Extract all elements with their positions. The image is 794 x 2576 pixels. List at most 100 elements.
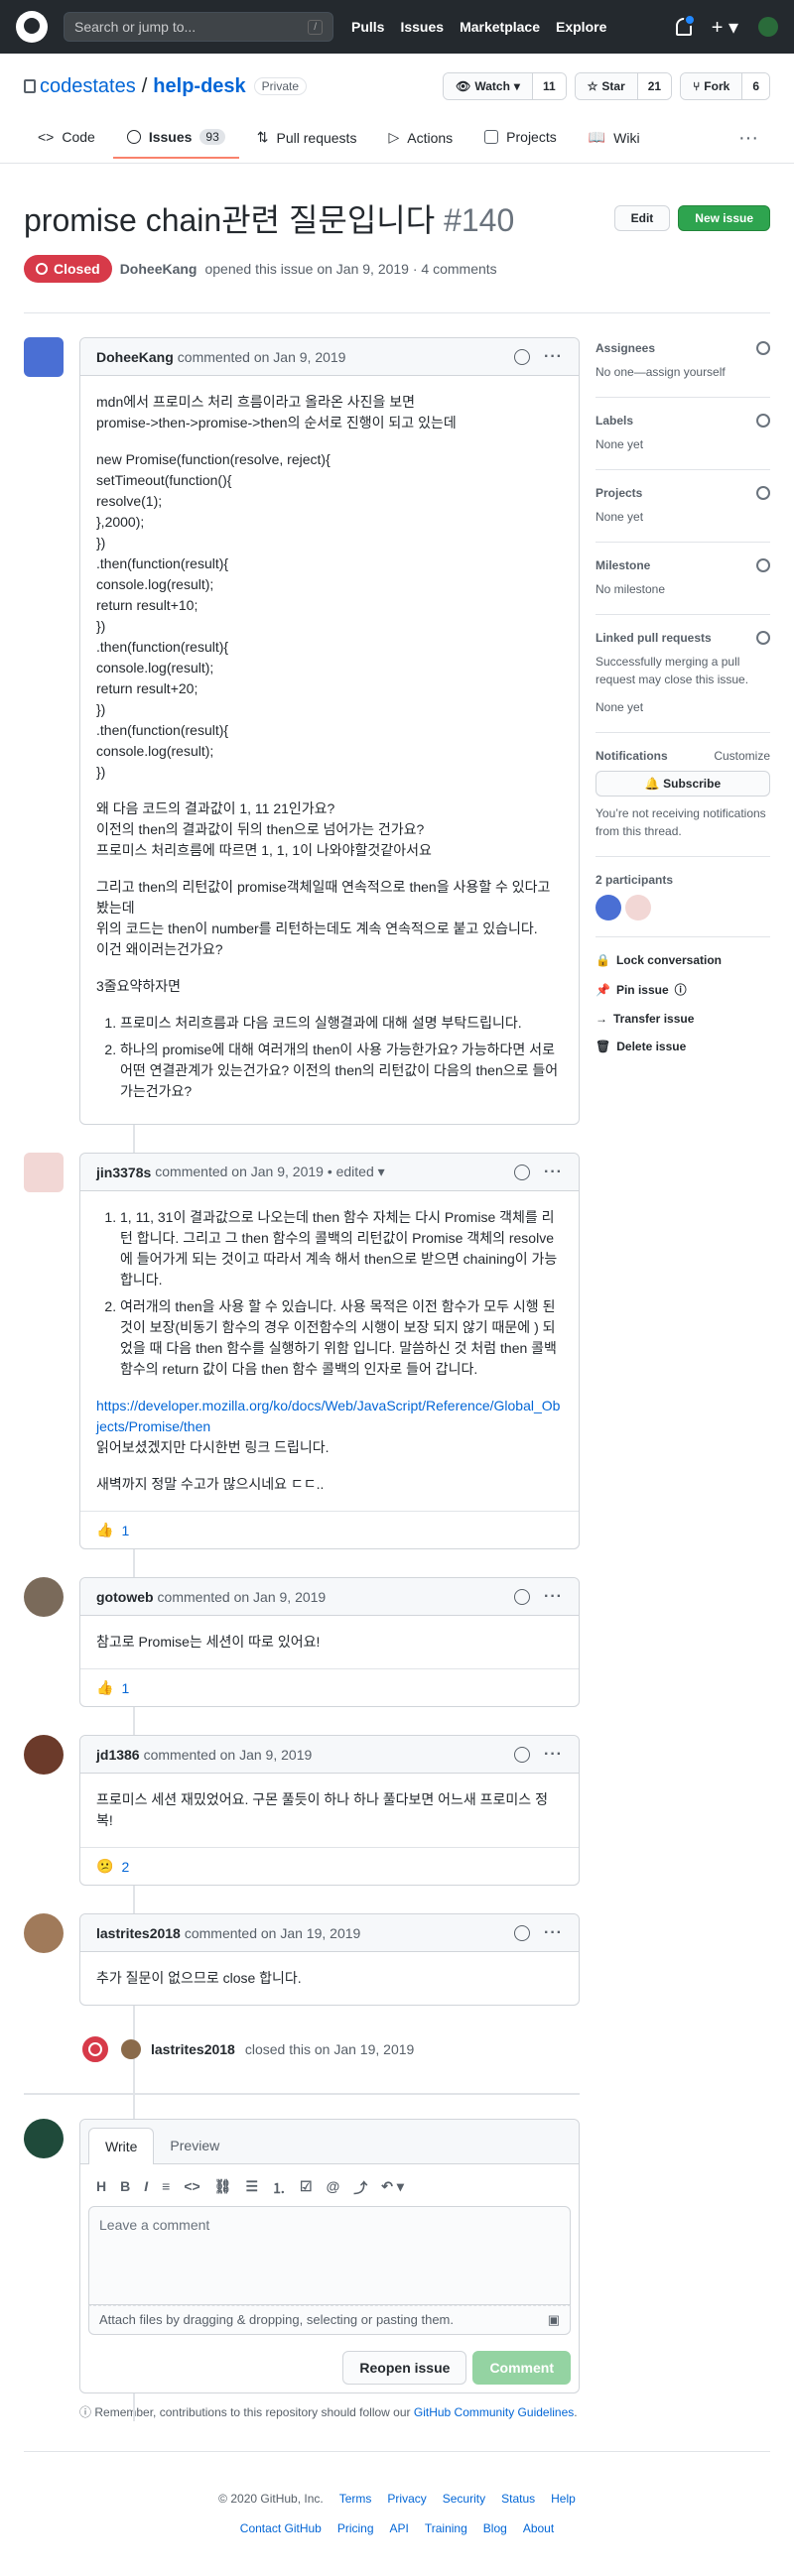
delete-issue-button[interactable]: 🗑 Delete issue [596,1040,770,1053]
notifications-bell-icon[interactable] [675,14,696,36]
avatar[interactable] [24,1735,64,1775]
kebab-menu-icon[interactable]: ··· [544,1746,563,1764]
star-button[interactable]: ☆ Star 21 [574,72,673,100]
kebab-menu-icon[interactable]: ··· [544,1164,563,1181]
create-new-plus-icon[interactable]: + ▾ [712,15,738,40]
reaction-thumbs-up[interactable]: 👍 1 [96,1522,129,1538]
avatar[interactable] [121,2039,141,2059]
search-input[interactable]: Search or jump to... / [64,12,333,42]
lock-conversation-button[interactable]: 🔒 Lock conversation [596,953,770,967]
numbered-list-icon[interactable]: ⒈ [272,2178,286,2198]
participant-avatar[interactable] [625,895,651,920]
write-tab[interactable]: Write [88,2128,155,2164]
italic-icon[interactable]: I [144,2178,148,2198]
nav-issues[interactable]: Issues [400,19,444,35]
bold-icon[interactable]: B [120,2178,130,2198]
preview-tab[interactable]: Preview [154,2128,235,2163]
pin-issue-button[interactable]: 📌 Pin issue ⓘ [596,981,770,998]
participant-avatar[interactable] [596,895,621,920]
github-logo-icon[interactable] [16,11,48,43]
nav-pulls[interactable]: Pulls [351,19,384,35]
footer-link[interactable]: Help [551,2492,576,2506]
footer-link[interactable]: Security [443,2492,485,2506]
transfer-issue-button[interactable]: → Transfer issue [596,1012,770,1026]
footer-link[interactable]: Terms [339,2492,372,2506]
bullet-list-icon[interactable]: ☰ [245,2178,258,2198]
new-issue-button[interactable]: New issue [678,205,770,231]
reopen-issue-button[interactable]: Reopen issue [342,2351,467,2385]
footer-link[interactable]: API [390,2521,409,2535]
fork-count[interactable]: 6 [742,73,769,99]
footer-link[interactable]: Pricing [337,2521,374,2535]
star-count[interactable]: 21 [637,73,672,99]
markdown-icon[interactable]: ▣ [548,2312,560,2328]
thumbs-up-icon: 👍 [96,1522,114,1537]
gear-icon[interactable] [756,558,770,572]
smiley-icon[interactable] [514,348,531,365]
task-list-icon[interactable]: ☑ [300,2178,313,2198]
quote-icon[interactable]: ≡ [162,2178,170,2198]
fork-button[interactable]: ⑂ Fork 6 [680,72,770,100]
comment-textarea[interactable]: Leave a comment [88,2206,571,2305]
smiley-icon[interactable] [514,1746,531,1763]
footer-link[interactable]: About [523,2521,554,2535]
gear-icon[interactable] [756,414,770,428]
smiley-icon[interactable] [514,1164,531,1180]
watch-count[interactable]: 11 [532,73,566,99]
kebab-menu-icon[interactable]: ··· [544,1588,563,1606]
gear-icon[interactable] [756,486,770,500]
more-icon[interactable]: ··· [727,121,770,156]
smiley-icon[interactable] [514,1924,531,1941]
subscribe-button[interactable]: 🔔 Subscribe [596,771,770,797]
attach-files-area[interactable]: Attach files by dragging & dropping, sel… [88,2305,571,2335]
mdn-link[interactable]: https://developer.mozilla.org/ko/docs/We… [96,1398,560,1434]
avatar[interactable] [24,337,64,377]
edit-button[interactable]: Edit [613,205,671,231]
comment-button[interactable]: Comment [472,2351,571,2385]
comment-author[interactable]: DoheeKang [96,349,174,365]
footer-link[interactable]: Contact GitHub [240,2521,322,2535]
reaction-thumbs-up[interactable]: 👍 1 [96,1679,129,1696]
footer-link[interactable]: Status [501,2492,535,2506]
tab-issues[interactable]: Issues 93 [112,121,239,159]
issue-author-link[interactable]: DoheeKang [120,261,198,277]
tab-pull-requests[interactable]: ⇅ Pull requests [243,121,371,154]
code-icon[interactable]: <> [184,2178,199,2198]
comment-author[interactable]: jd1386 [96,1747,140,1763]
footer-link[interactable]: Privacy [387,2492,426,2506]
watch-button[interactable]: 👁 Watch ▾ 11 [443,72,567,100]
comment-author[interactable]: gotoweb [96,1589,154,1605]
assignees-value[interactable]: No one—assign yourself [596,363,770,381]
repo-name-link[interactable]: help-desk [153,75,245,98]
kebab-menu-icon[interactable]: ··· [544,1924,563,1942]
smiley-icon[interactable] [514,1588,531,1605]
gear-icon[interactable] [756,631,770,645]
customize-link[interactable]: Customize [714,749,770,763]
reaction-confused[interactable]: 😕 2 [96,1858,129,1875]
tab-code[interactable]: <> Code [24,121,109,153]
community-guidelines-link[interactable]: GitHub Community Guidelines [414,2405,574,2419]
gear-icon[interactable] [756,341,770,355]
footer-link[interactable]: Training [425,2521,467,2535]
kebab-menu-icon[interactable]: ··· [544,348,563,366]
mention-icon[interactable]: @ [327,2178,340,2198]
comment-author[interactable]: lastrites2018 [96,1925,181,1941]
avatar[interactable] [24,1153,64,1192]
tab-wiki[interactable]: 📖 Wiki [575,121,654,154]
tab-actions[interactable]: ▷ Actions [374,121,466,154]
footer-link[interactable]: Blog [483,2521,507,2535]
user-avatar[interactable] [758,17,778,37]
cross-reference-icon[interactable]: ⤴ [353,2178,367,2198]
event-actor[interactable]: lastrites2018 [151,2041,235,2057]
reply-icon[interactable]: ↶ ▾ [381,2178,404,2198]
heading-icon[interactable]: H [96,2178,106,2198]
reaction-count: 1 [121,1679,130,1696]
link-icon[interactable]: ⛓ [214,2178,232,2198]
nav-explore[interactable]: Explore [556,19,606,35]
tab-projects[interactable]: Projects [470,121,571,153]
avatar[interactable] [24,1577,64,1617]
comment-author[interactable]: jin3378s [96,1165,151,1180]
nav-marketplace[interactable]: Marketplace [460,19,540,35]
avatar[interactable] [24,1913,64,1953]
repo-owner-link[interactable]: codestates [40,75,136,98]
